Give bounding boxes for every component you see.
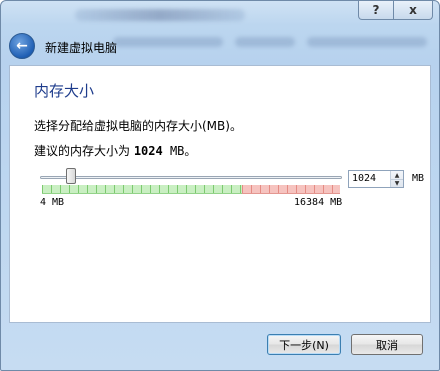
recommend-suffix: MB。 [162,144,197,158]
spin-arrows: ▲ ▼ [390,171,403,187]
help-button[interactable]: ? [358,1,394,20]
recommended-memory-text: 建议的内存大小为 1024 MB。 [34,142,196,159]
next-button[interactable]: 下一步(N) [267,334,341,355]
page-title: 内存大小 [34,82,95,100]
unsafe-range-scale [242,185,340,194]
memory-spinbox[interactable]: 1024 ▲ ▼ [348,170,404,188]
wizard-header: ← 新建虚拟电脑 [1,27,439,65]
recommend-prefix: 建议的内存大小为 [34,144,134,158]
slider-min-label: 4 MB [40,197,65,208]
wizard-window: ? x ← 新建虚拟电脑 内存大小 选择分配给虚拟电脑的内存大小(MB)。 建议… [0,0,440,371]
blurred-window-title [75,9,245,21]
memory-slider[interactable] [40,168,342,198]
recommend-value: 1024 [133,144,163,158]
wizard-title: 新建虚拟电脑 [45,41,118,55]
content-panel: 内存大小 选择分配给虚拟电脑的内存大小(MB)。 建议的内存大小为 1024 M… [9,65,431,323]
close-button[interactable]: x [394,1,433,20]
window-controls: ? x [358,1,433,20]
slider-track[interactable] [40,176,342,179]
slider-thumb[interactable] [66,168,76,184]
safe-range-scale [42,185,242,194]
back-arrow-icon[interactable]: ← [9,33,35,59]
page-description: 选择分配给虚拟电脑的内存大小(MB)。 [34,119,242,133]
slider-scale [42,185,340,194]
cancel-button[interactable]: 取消 [351,334,423,355]
spin-down-icon[interactable]: ▼ [391,179,403,187]
memory-unit-label: MB [412,173,425,184]
memory-value-input[interactable]: 1024 [352,173,376,184]
slider-max-label: 16384 MB [294,197,343,208]
